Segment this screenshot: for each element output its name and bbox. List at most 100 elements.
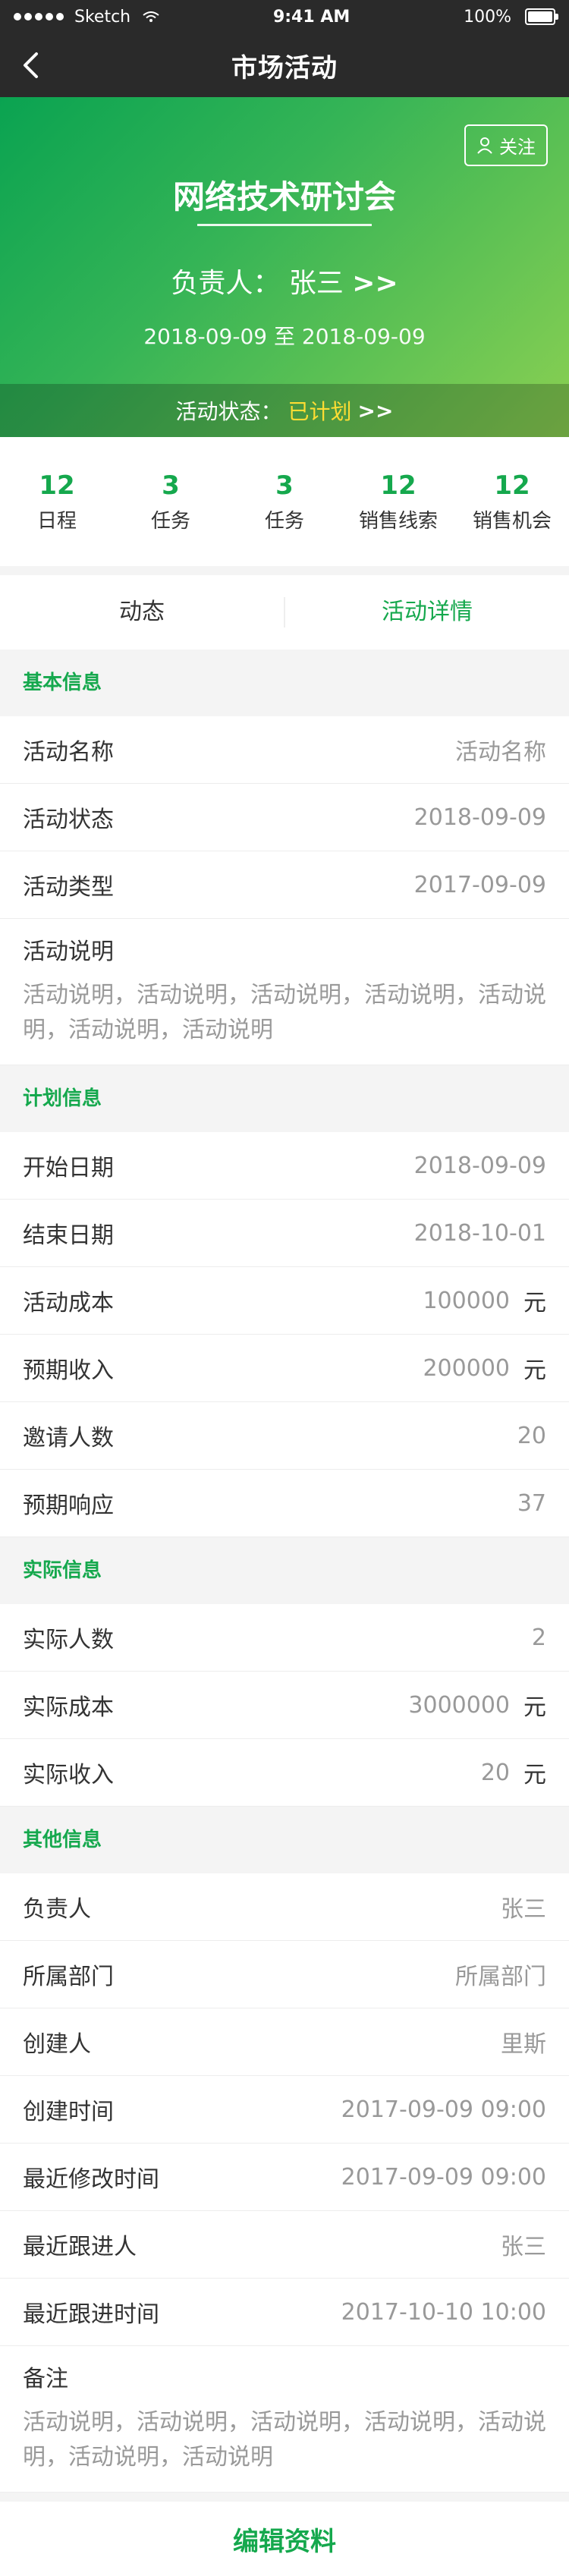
- row-value: 2017-10-10 10:00: [341, 2298, 546, 2326]
- detail-row[interactable]: 最近修改时间 2017-09-09 09:00: [0, 2144, 569, 2211]
- detail-row[interactable]: 最近跟进人 张三: [0, 2211, 569, 2279]
- row-value: 2018-09-09: [413, 1152, 546, 1179]
- section-header-basic: 基本信息: [0, 650, 569, 716]
- date-start: 2018-09-09: [143, 324, 268, 349]
- detail-row[interactable]: 预期响应 37: [0, 1470, 569, 1537]
- desc-label: 活动说明: [23, 939, 114, 965]
- row-value: 活动名称: [455, 739, 546, 766]
- stat-label: 销售线索: [358, 509, 438, 533]
- stat-value: 3: [162, 470, 180, 501]
- row-label: 开始日期: [23, 1155, 114, 1181]
- row-label: 最近修改时间: [23, 2166, 159, 2193]
- back-button[interactable]: [14, 49, 47, 82]
- nav-bar: 市场活动: [0, 33, 569, 97]
- row-value: 3000000 元: [408, 1688, 546, 1722]
- detail-row[interactable]: 创建人 里斯: [0, 2008, 569, 2076]
- activity-status-strip[interactable]: 活动状态： 已计划 >>: [0, 384, 569, 437]
- stat-value: 12: [39, 470, 75, 501]
- tab-activity-feed[interactable]: 动态: [0, 580, 284, 645]
- section-header-other: 其他信息: [0, 1807, 569, 1873]
- detail-row[interactable]: 结束日期 2018-10-01: [0, 1200, 569, 1267]
- details-panel: 基本信息 活动名称 活动名称 活动状态 2018-09-09 活动类型 2017…: [0, 650, 569, 2493]
- section-header-plan: 计划信息: [0, 1065, 569, 1132]
- owner-arrow: >>: [352, 268, 398, 299]
- battery-percent: 100%: [464, 7, 511, 27]
- detail-row[interactable]: 实际收入 20 元: [0, 1739, 569, 1807]
- stat-value: 12: [380, 470, 417, 501]
- battery-icon: [525, 8, 558, 25]
- carrier-name: Sketch: [74, 7, 131, 27]
- status-value: 已计划: [288, 399, 352, 424]
- stat-value: 12: [494, 470, 530, 501]
- owner-line[interactable]: 负责人： 张三 >>: [0, 261, 569, 300]
- row-label: 活动状态: [23, 807, 114, 833]
- row-value: 20: [517, 1422, 546, 1449]
- detail-row[interactable]: 邀请人数 20: [0, 1402, 569, 1470]
- detail-row[interactable]: 负责人 张三: [0, 1873, 569, 1941]
- stat-sales-opportunities[interactable]: 12 销售机会: [455, 470, 569, 533]
- detail-row[interactable]: 活动名称 活动名称: [0, 716, 569, 784]
- detail-row[interactable]: 活动成本 100000 元: [0, 1267, 569, 1335]
- row-value: 2018-09-09: [413, 804, 546, 831]
- stat-tasks[interactable]: 3 任务: [114, 470, 228, 533]
- tab-activity-details[interactable]: 活动详情: [285, 580, 569, 645]
- detail-row[interactable]: 实际成本 3000000 元: [0, 1672, 569, 1739]
- detail-row[interactable]: 预期收入 200000 元: [0, 1335, 569, 1402]
- follow-label: 关注: [499, 137, 536, 158]
- row-label: 邀请人数: [23, 1425, 114, 1452]
- stat-schedule[interactable]: 12 日程: [0, 470, 114, 533]
- row-label: 活动名称: [23, 739, 114, 766]
- date-end: 2018-09-09: [301, 324, 426, 349]
- row-label: 预期响应: [23, 1492, 114, 1519]
- detail-row[interactable]: 最近跟进时间 2017-10-10 10:00: [0, 2279, 569, 2346]
- row-label: 创建时间: [23, 2099, 114, 2125]
- row-value: 张三: [501, 1896, 546, 1923]
- detail-row[interactable]: 实际人数 2: [0, 1604, 569, 1672]
- date-range: 2018-09-09 至 2018-09-09: [0, 320, 569, 351]
- row-label: 创建人: [23, 2031, 91, 2058]
- row-label: 最近跟进时间: [23, 2301, 159, 2328]
- owner-name: 张三: [288, 268, 344, 299]
- status-left: Sketch: [14, 8, 159, 27]
- detail-row[interactable]: 创建时间 2017-09-09 09:00: [0, 2076, 569, 2144]
- edit-profile-button[interactable]: 编辑资料: [233, 2521, 336, 2558]
- chevron-left-icon: [24, 52, 38, 78]
- detail-row[interactable]: 活动类型 2017-09-09: [0, 851, 569, 919]
- stat-label: 销售机会: [472, 509, 552, 533]
- wifi-icon: [143, 11, 159, 22]
- remarks[interactable]: 备注 活动说明，活动说明，活动说明，活动说明，活动说明，活动说明，活动说明: [0, 2346, 569, 2493]
- row-value: 2017-09-09 09:00: [341, 2163, 546, 2191]
- stat-label: 任务: [264, 509, 304, 533]
- detail-row[interactable]: 活动状态 2018-09-09: [0, 784, 569, 851]
- status-time: 9:41 AM: [272, 7, 351, 27]
- footer-bar: 编辑资料: [0, 2493, 569, 2576]
- section-header-actual: 实际信息: [0, 1537, 569, 1604]
- row-value: 2017-09-09: [413, 871, 546, 898]
- row-label: 最近跟进人: [23, 2234, 137, 2260]
- signal-dots-icon: [14, 13, 64, 20]
- stat-label: 日程: [36, 509, 77, 533]
- follow-button[interactable]: 关注: [464, 124, 548, 166]
- page: Sketch 9:41 AM 100% 市场活动 关注 网络技术研讨会 负责人：…: [0, 0, 569, 2576]
- desc-text: 活动说明，活动说明，活动说明，活动说明，活动说明，活动说明，活动说明: [23, 982, 546, 1043]
- stat-tasks-2[interactable]: 3 任务: [228, 470, 341, 533]
- activity-title: 网络技术研讨会: [0, 171, 569, 226]
- desc-text: 活动说明，活动说明，活动说明，活动说明，活动说明，活动说明，活动说明: [23, 2409, 546, 2471]
- row-value: 200000 元: [423, 1351, 546, 1385]
- stats-row: 12 日程 3 任务 3 任务 12 销售线索 12 销售机会: [0, 437, 569, 566]
- row-value: 张三: [501, 2234, 546, 2260]
- currency-unit: 元: [523, 1290, 546, 1316]
- activity-title-text: 网络技术研讨会: [172, 178, 396, 215]
- row-value: 2: [531, 1624, 546, 1651]
- row-label: 活动成本: [23, 1290, 114, 1316]
- top-bar: Sketch 9:41 AM 100% 市场活动: [0, 0, 569, 97]
- activity-description[interactable]: 活动说明 活动说明，活动说明，活动说明，活动说明，活动说明，活动说明，活动说明: [0, 919, 569, 1065]
- currency-unit: 元: [523, 1762, 546, 1788]
- detail-row[interactable]: 所属部门 所属部门: [0, 1941, 569, 2008]
- detail-row[interactable]: 开始日期 2018-09-09: [0, 1132, 569, 1200]
- stat-label: 任务: [150, 509, 190, 533]
- date-separator: 至: [273, 324, 295, 349]
- row-value: 37: [517, 1489, 546, 1517]
- row-value: 所属部门: [455, 1964, 546, 1990]
- stat-sales-leads[interactable]: 12 销售线索: [341, 470, 455, 533]
